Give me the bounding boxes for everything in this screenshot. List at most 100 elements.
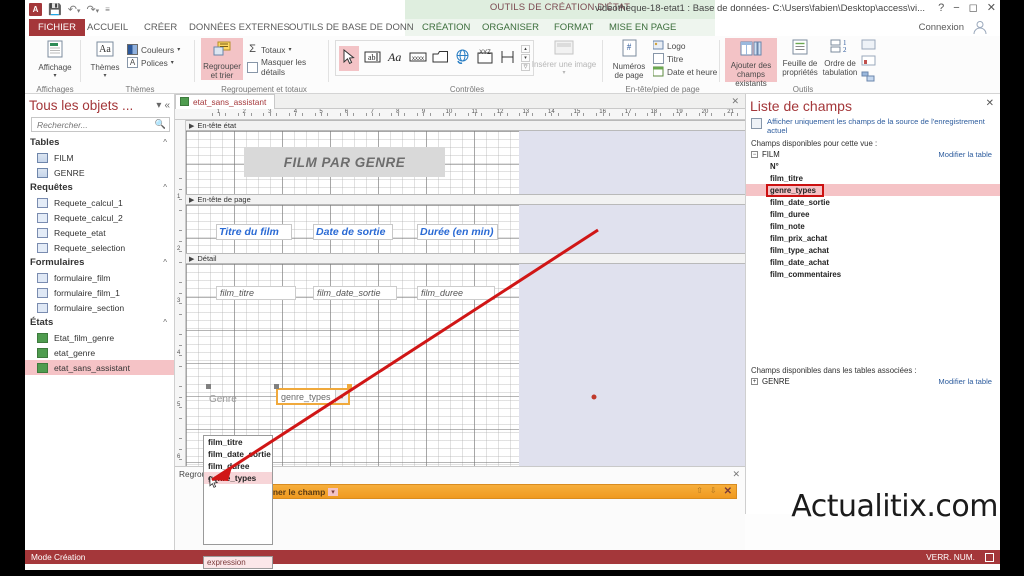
sidebar-item-formulaire-section[interactable]: formulaire_section [25, 300, 174, 315]
window-controls[interactable]: ? − ◻ ✕ [938, 1, 996, 15]
section-report-header[interactable]: FILM PAR GENRE [186, 131, 745, 194]
field-item-film-date-sortie[interactable]: film_date_sortie [746, 196, 1000, 208]
resize-handle[interactable] [347, 384, 352, 389]
field-item-film-note[interactable]: film_note [746, 220, 1000, 232]
column-header-title[interactable]: Titre du film [216, 224, 292, 240]
tab-mise-en-page[interactable]: MISE EN PAGE [600, 19, 685, 36]
section-page-header[interactable]: Titre du film Date de sortie Durée (en m… [186, 205, 745, 253]
nav-group-header-formulaires[interactable]: Formulaires ^ [25, 255, 174, 270]
expand-icon[interactable]: + [751, 378, 758, 385]
tab-creer[interactable]: CRÉER [135, 19, 186, 36]
themes-icon[interactable]: Aa [87, 40, 123, 63]
column-header-duration[interactable]: Durée (en min) [417, 224, 498, 240]
totals-button[interactable]: Σ Totaux ▾ [247, 44, 329, 55]
field-item-film-type-achat[interactable]: film_type_achat [746, 244, 1000, 256]
column-header-date[interactable]: Date de sortie [313, 224, 393, 240]
group-sort-bar[interactable]: sélectionner le champ ▾ ⇧ ⇩ ✕ [231, 484, 737, 499]
restore-icon[interactable]: ◻ [969, 1, 978, 14]
chevron-down-icon[interactable]: ▾ [53, 72, 56, 81]
redo-icon[interactable]: ↷▾ [86, 3, 99, 16]
dropdown-item-film-date-sortie[interactable]: film_date_sortie [204, 448, 272, 460]
insert-chart-icon[interactable] [861, 55, 876, 69]
field-item-film-duree[interactable]: film_duree [746, 208, 1000, 220]
field-item-numero[interactable]: N° [746, 160, 1000, 172]
tab-fichier[interactable]: FICHIER [29, 19, 85, 36]
tab-format[interactable]: FORMAT [545, 19, 602, 36]
page-numbers-icon[interactable]: # [619, 39, 639, 62]
hide-details-button[interactable]: Masquer les détails [247, 57, 329, 77]
select-pointer-icon[interactable] [339, 45, 359, 71]
property-sheet-icon[interactable] [791, 39, 809, 59]
move-up-icon[interactable]: ⇧ [696, 486, 703, 497]
expression-dropdown-list[interactable]: film_titre film_date_sortie film_duree g… [203, 435, 273, 545]
sidebar-item-etat-film-genre[interactable]: Etat_film_genre [25, 330, 174, 345]
account-avatar-icon[interactable] [972, 19, 988, 35]
document-tab-etat-sans-assistant[interactable]: etat_sans_assistant [175, 93, 276, 109]
textbox-icon[interactable]: ab [364, 50, 381, 67]
navigation-icon[interactable]: XYZ [476, 49, 494, 67]
search-box[interactable]: 🔍 [31, 117, 170, 132]
delete-icon[interactable]: ✕ [724, 486, 732, 497]
double-chevron-left-icon[interactable]: « [164, 100, 170, 111]
nav-group-header-tables[interactable]: Tables ^ [25, 135, 174, 150]
close-field-list-icon[interactable]: ✕ [986, 98, 994, 109]
move-down-icon[interactable]: ⇩ [710, 486, 717, 497]
field-list-table-genre[interactable]: + GENRE Modifier la table [746, 376, 1000, 387]
chevron-up-icon[interactable]: ^ [163, 258, 167, 267]
field-item-film-date-achat[interactable]: film_date_achat [746, 256, 1000, 268]
align-icon[interactable] [861, 71, 876, 85]
edit-table-link[interactable]: Modifier la table [938, 150, 992, 159]
help-icon[interactable]: ? [938, 2, 944, 14]
band-header-entete-etat[interactable]: ▶ En-tête état [186, 120, 745, 131]
label-icon[interactable]: Aa [386, 50, 404, 67]
nav-group-header-etats[interactable]: États ^ [25, 315, 174, 330]
gallery-more-icon[interactable]: ▽ [521, 63, 530, 71]
close-group-sort-icon[interactable]: ✕ [732, 469, 740, 480]
chevron-up-icon[interactable]: ^ [163, 318, 167, 327]
search-icon[interactable]: 🔍 [155, 119, 166, 130]
date-time-button[interactable]: Date et heure [652, 66, 717, 77]
quick-access-toolbar[interactable]: A 💾 ↶▾ ↷▾ ≡ [25, 1, 110, 18]
resize-handle[interactable] [206, 384, 211, 389]
title-button[interactable]: Titre [653, 53, 717, 64]
sidebar-item-requete-calcul-1[interactable]: Requete_calcul_1 [25, 195, 174, 210]
field-item-film-titre[interactable]: film_titre [746, 172, 1000, 184]
customize-qat-icon[interactable]: ≡ [105, 5, 110, 14]
account-label[interactable]: Connexion [919, 22, 964, 33]
dropdown-item-film-titre[interactable]: film_titre [204, 436, 272, 448]
group-and-sort-button[interactable]: Regrouper et trier [201, 38, 243, 80]
sidebar-item-film[interactable]: FILM [25, 150, 174, 165]
collapse-icon[interactable]: − [751, 151, 758, 158]
group-sort-tools[interactable]: ⇧ ⇩ ✕ [696, 486, 736, 497]
view-button[interactable]: Affichage ▾ [29, 36, 81, 81]
resize-handle[interactable] [274, 384, 279, 389]
scroll-down-icon[interactable]: ▾ [521, 54, 530, 62]
minimize-icon[interactable]: − [953, 2, 959, 14]
tab-control-icon[interactable] [432, 50, 449, 67]
theme-colors-button[interactable]: Couleurs ▾ [127, 44, 180, 55]
tab-organiser[interactable]: ORGANISER [473, 19, 548, 36]
chevron-up-icon[interactable]: ^ [163, 138, 167, 147]
field-film-date-sortie[interactable]: film_date_sortie [313, 286, 397, 300]
theme-fonts-button[interactable]: A Polices ▾ [127, 57, 180, 68]
add-existing-fields-button[interactable]: Ajouter des champs existants [725, 38, 777, 88]
field-item-genre-types[interactable]: genre_types [746, 183, 1000, 197]
dropdown-item-film-duree[interactable]: film_duree [204, 460, 272, 472]
edit-related-table-link[interactable]: Modifier la table [938, 377, 992, 386]
close-document-icon[interactable]: ✕ [731, 96, 739, 107]
subreport-icon[interactable] [861, 39, 876, 53]
chevron-down-icon[interactable]: ▾ [87, 72, 123, 79]
sidebar-item-formulaire-film[interactable]: formulaire_film [25, 270, 174, 285]
tab-order-icon[interactable]: 12 [830, 39, 850, 59]
chevron-up-icon[interactable]: ^ [163, 183, 167, 192]
field-list-table-film[interactable]: − FILM Modifier la table [746, 149, 1000, 160]
chevron-down-icon[interactable]: ▾ [328, 487, 338, 496]
close-icon[interactable]: ✕ [987, 1, 996, 14]
design-view-icon[interactable] [985, 552, 994, 562]
field-item-film-prix-achat[interactable]: film_prix_achat [746, 232, 1000, 244]
field-item-film-commentaires[interactable]: film_commentaires [746, 268, 1000, 280]
sidebar-item-requete-calcul-2[interactable]: Requete_calcul_2 [25, 210, 174, 225]
tab-accueil[interactable]: ACCUEIL [78, 19, 137, 36]
chevron-down-icon[interactable]: ▾ [288, 46, 291, 53]
show-only-current-source-option[interactable]: Afficher uniquement les champs de la sou… [746, 116, 1000, 135]
